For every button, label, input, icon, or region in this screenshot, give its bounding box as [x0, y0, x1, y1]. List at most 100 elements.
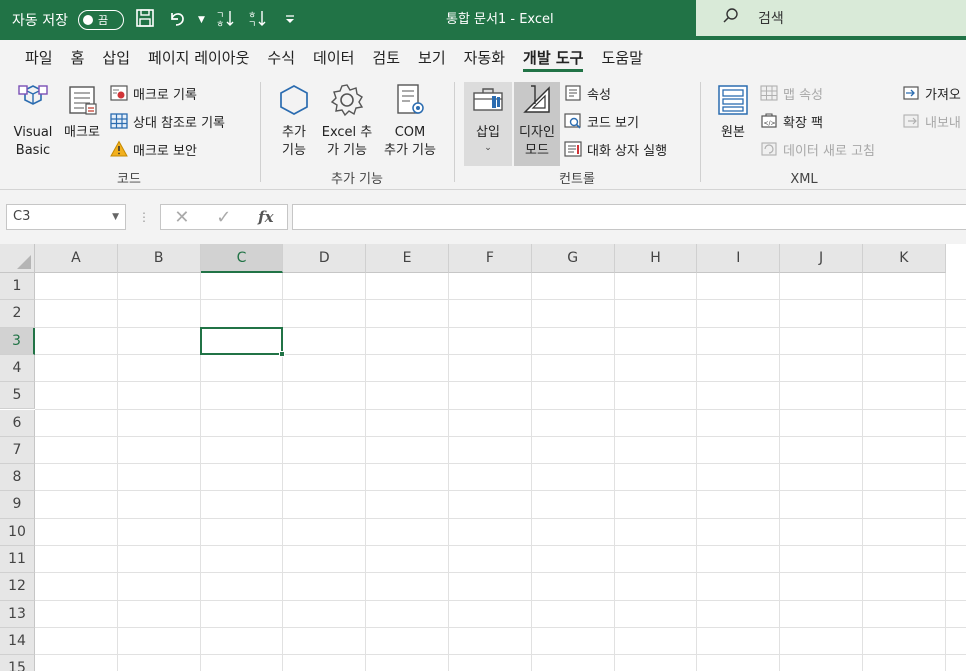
- excel-addins-button[interactable]: Excel 추 가 기능: [318, 82, 376, 160]
- refresh-data-label: 데이터 새로 고침: [783, 143, 875, 159]
- macros-button[interactable]: 매크로: [58, 82, 106, 142]
- tab-page-layout[interactable]: 페이지 레이아웃: [139, 40, 258, 76]
- map-properties-label: 맵 속성: [783, 87, 824, 103]
- design-mode-button[interactable]: 디자인 모드: [514, 82, 560, 166]
- macros-label: 매크로: [64, 125, 100, 140]
- group-controls-label: 컨트롤: [559, 172, 595, 187]
- row-header-7[interactable]: 7: [0, 436, 35, 465]
- export-label: 내보내: [925, 115, 961, 131]
- properties-button[interactable]: 속성: [564, 82, 611, 104]
- active-cell[interactable]: [199, 326, 286, 357]
- row-header-1[interactable]: 1: [0, 273, 35, 301]
- tab-home[interactable]: 홈: [62, 40, 94, 76]
- visual-basic-button[interactable]: Visual Basic: [8, 82, 58, 160]
- import-label: 가져오: [925, 87, 961, 103]
- column-header-c[interactable]: C: [200, 244, 284, 273]
- row-header-11[interactable]: 11: [0, 546, 35, 574]
- map-properties-button[interactable]: 맵 속성: [760, 82, 823, 104]
- grid-row-line: [35, 599, 966, 601]
- row-header-2[interactable]: 2: [0, 300, 35, 328]
- com-addins-label: COM 추가 기능: [384, 125, 436, 158]
- column-header-g[interactable]: G: [531, 244, 615, 273]
- tab-help[interactable]: 도움말: [592, 40, 651, 76]
- undo-icon[interactable]: [166, 8, 188, 33]
- tab-view[interactable]: 보기: [409, 40, 455, 76]
- column-header-a[interactable]: A: [35, 244, 118, 273]
- refresh-data-button[interactable]: 데이터 새로 고침: [760, 138, 875, 160]
- insert-function-button[interactable]: fx: [258, 208, 273, 226]
- row-header-13[interactable]: 13: [0, 600, 35, 628]
- com-addins-button[interactable]: COM 추가 기능: [378, 82, 442, 160]
- undo-dropdown-icon[interactable]: ▼: [198, 15, 205, 25]
- tab-data[interactable]: 데이터: [304, 40, 363, 76]
- column-header-k[interactable]: K: [863, 244, 946, 273]
- grid-row-line: [35, 381, 966, 383]
- row-header-6[interactable]: 6: [0, 409, 35, 437]
- view-code-button[interactable]: 코드 보기: [564, 110, 639, 132]
- macro-security-button[interactable]: 매크로 보안: [110, 138, 197, 160]
- quick-access-toolbar: 자동 저장 끔 ▼ ㄱㅎ ㅎㄱ: [12, 0, 301, 40]
- column-header-d[interactable]: D: [283, 244, 367, 273]
- import-button[interactable]: 가져오: [902, 82, 961, 104]
- name-box-value: C3: [13, 209, 31, 224]
- row-header-5[interactable]: 5: [0, 382, 35, 410]
- grid-row-line: [35, 572, 966, 574]
- grid-row-line: [35, 545, 966, 546]
- export-button[interactable]: 내보내: [902, 110, 961, 132]
- column-header-h[interactable]: H: [614, 244, 698, 273]
- tab-insert[interactable]: 삽입: [93, 40, 139, 76]
- tab-formulas[interactable]: 수식: [258, 40, 304, 76]
- column-header-e[interactable]: E: [366, 244, 449, 273]
- refresh-data-icon: [761, 142, 777, 156]
- search-box[interactable]: 검색: [696, 0, 966, 36]
- customize-toolbar-icon[interactable]: [279, 10, 301, 31]
- expansion-packs-label: 확장 팩: [783, 115, 824, 131]
- group-code-label: 코드: [117, 172, 141, 187]
- grid-row-line: [35, 517, 966, 519]
- column-header-i[interactable]: I: [697, 244, 781, 273]
- formula-input[interactable]: [292, 204, 966, 230]
- worksheet-grid[interactable]: A B C D E F G H I J K 1 2 3 4 5 6 7 8 9 10 11 12 13 14 15: [0, 244, 966, 671]
- save-icon[interactable]: [134, 8, 156, 33]
- visual-basic-icon: [18, 85, 48, 105]
- table-grid-icon: [110, 113, 128, 129]
- column-header-j[interactable]: J: [780, 244, 863, 273]
- fill-handle[interactable]: [279, 350, 286, 357]
- column-header-f[interactable]: F: [449, 244, 532, 273]
- addins-button[interactable]: 추가 기능: [272, 82, 316, 160]
- sort-descending-icon[interactable]: ㅎㄱ: [247, 8, 269, 33]
- grid-row-line: [35, 654, 966, 656]
- relative-reference-button[interactable]: 상대 참조로 기록: [110, 110, 225, 132]
- row-header-14[interactable]: 14: [0, 627, 35, 656]
- grid-row-line: [35, 435, 966, 437]
- splitter-handle-icon[interactable]: ⋮: [138, 210, 150, 224]
- tab-file[interactable]: 파일: [16, 40, 62, 76]
- row-header-12[interactable]: 12: [0, 573, 35, 601]
- enter-icon[interactable]: ✓: [216, 207, 231, 228]
- row-header-15[interactable]: 15: [0, 655, 35, 671]
- row-header-4[interactable]: 4: [0, 354, 35, 383]
- macro-security-label: 매크로 보안: [133, 143, 197, 159]
- row-header-8[interactable]: 8: [0, 464, 35, 492]
- tab-automate[interactable]: 자동화: [455, 40, 514, 76]
- tab-developer[interactable]: 개발 도구: [514, 40, 592, 76]
- chevron-down-icon[interactable]: ▼: [112, 205, 119, 229]
- autosave-toggle[interactable]: 끔: [77, 10, 124, 30]
- expansion-packs-button[interactable]: </> 확장 팩: [760, 110, 823, 132]
- record-macro-button[interactable]: 매크로 기록: [110, 82, 197, 104]
- cancel-icon[interactable]: ✕: [174, 207, 189, 228]
- run-dialog-button[interactable]: 대화 상자 실행: [564, 138, 667, 160]
- row-header-10[interactable]: 10: [0, 518, 35, 546]
- group-separator: [700, 82, 701, 182]
- column-header-b[interactable]: B: [117, 244, 201, 273]
- xml-source-button[interactable]: 원본: [712, 82, 754, 142]
- name-box[interactable]: C3 ▼: [6, 204, 126, 230]
- row-header-3[interactable]: 3: [0, 327, 35, 355]
- search-placeholder: 검색: [758, 11, 784, 27]
- grid-column-line: [944, 273, 946, 671]
- select-all-button[interactable]: [0, 244, 35, 273]
- insert-control-button[interactable]: 삽입 ⌄: [464, 82, 512, 166]
- row-header-9[interactable]: 9: [0, 491, 35, 519]
- tab-review[interactable]: 검토: [363, 40, 409, 76]
- sort-ascending-icon[interactable]: ㄱㅎ: [215, 8, 237, 33]
